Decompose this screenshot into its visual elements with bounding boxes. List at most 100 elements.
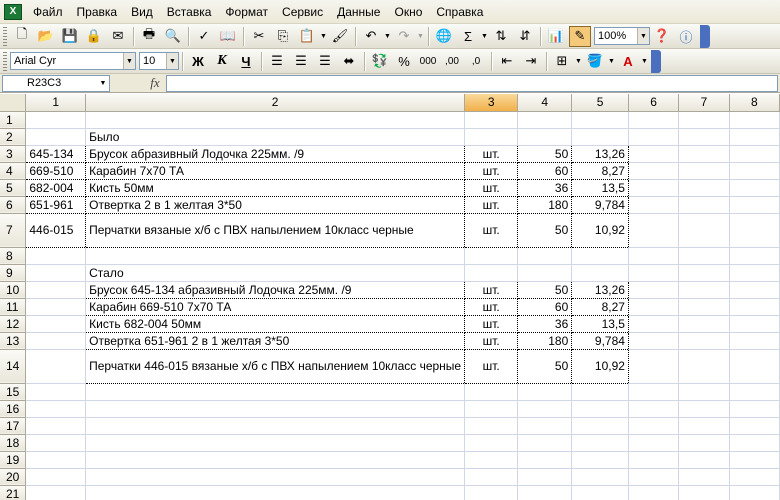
cell-empty[interactable] <box>678 383 730 401</box>
cell-empty[interactable] <box>628 485 680 500</box>
cell-c5[interactable]: 13,26 <box>571 145 629 163</box>
cell-c4[interactable] <box>517 468 573 486</box>
toolbar-grip[interactable] <box>3 51 7 71</box>
column-header[interactable]: 8 <box>729 94 780 112</box>
undo-icon[interactable]: ↶ <box>360 26 382 47</box>
font-name-combo[interactable]: Arial Cyr ▼ <box>10 52 136 70</box>
cell-empty[interactable] <box>678 417 730 435</box>
cell-c5[interactable] <box>571 264 629 282</box>
row-header[interactable]: 20 <box>0 468 27 486</box>
cell-c2[interactable]: Карабин 7х70 ТА <box>85 162 466 180</box>
cell-c3[interactable] <box>464 451 519 469</box>
new-document-icon[interactable]: 🗋 <box>11 26 33 47</box>
cell-c3[interactable] <box>464 111 519 129</box>
autosum-dropdown-icon[interactable]: ▼ <box>480 33 489 40</box>
cell-c5[interactable] <box>571 247 629 265</box>
row-header[interactable]: 4 <box>0 162 27 180</box>
font-color-dropdown-icon[interactable]: ▼ <box>640 58 649 65</box>
cell-c2[interactable] <box>85 451 466 469</box>
cell-c3[interactable] <box>464 264 519 282</box>
cell-c3[interactable] <box>464 400 519 418</box>
name-box[interactable]: R23C3 ▼ <box>2 74 110 92</box>
align-center-icon[interactable]: ☰ <box>290 51 312 72</box>
cell-c4[interactable]: 180 <box>517 196 573 214</box>
cell-empty[interactable] <box>678 196 730 214</box>
cell-empty[interactable] <box>729 332 780 350</box>
row-header[interactable]: 19 <box>0 451 27 469</box>
decrease-indent-icon[interactable]: ⇤ <box>496 51 518 72</box>
save-icon[interactable]: 💾 <box>59 26 81 47</box>
cell-c2[interactable]: Карабин 669-510 7х70 ТА <box>85 298 466 316</box>
cell-empty[interactable] <box>678 451 730 469</box>
italic-button[interactable]: К <box>211 51 233 72</box>
cell-c3[interactable]: шт. <box>464 332 519 350</box>
cell-c1[interactable] <box>25 417 87 435</box>
cell-c4[interactable]: 50 <box>517 213 573 248</box>
menu-view[interactable]: Вид <box>124 2 160 22</box>
email-icon[interactable]: ✉ <box>107 26 129 47</box>
cell-c3[interactable]: шт. <box>464 179 519 197</box>
cell-c5[interactable] <box>571 451 629 469</box>
cell-c5[interactable] <box>571 485 629 500</box>
cell-empty[interactable] <box>729 383 780 401</box>
cell-empty[interactable] <box>628 162 680 180</box>
cell-c3[interactable] <box>464 128 519 146</box>
cell-empty[interactable] <box>678 213 730 248</box>
cell-c5[interactable]: 10,92 <box>571 213 629 248</box>
cell-empty[interactable] <box>678 485 730 500</box>
cell-c1[interactable] <box>25 383 87 401</box>
cell-c3[interactable] <box>464 434 519 452</box>
cell-c3[interactable] <box>464 417 519 435</box>
cell-c4[interactable] <box>517 400 573 418</box>
zoom-combo[interactable]: 100% ▼ <box>594 27 650 45</box>
decrease-decimal-button[interactable]: ,0 <box>465 51 487 72</box>
column-header[interactable]: 5 <box>571 94 629 112</box>
cell-c1[interactable] <box>25 451 87 469</box>
cell-empty[interactable] <box>729 468 780 486</box>
copy-icon[interactable]: ⎘ <box>272 26 294 47</box>
borders-dropdown-icon[interactable]: ▼ <box>574 58 583 65</box>
cell-c2[interactable] <box>85 383 466 401</box>
row-header[interactable]: 9 <box>0 264 27 282</box>
cell-empty[interactable] <box>628 349 680 384</box>
cell-empty[interactable] <box>678 434 730 452</box>
cell-empty[interactable] <box>628 451 680 469</box>
cell-c4[interactable]: 50 <box>517 145 573 163</box>
print-preview-icon[interactable]: 🔍 <box>162 26 184 47</box>
cell-c3[interactable]: шт. <box>464 315 519 333</box>
row-header[interactable]: 14 <box>0 349 27 384</box>
toolbar-options-icon[interactable] <box>700 24 710 48</box>
cell-c2[interactable]: Стало <box>85 264 466 282</box>
cell-empty[interactable] <box>729 247 780 265</box>
cell-c4[interactable]: 60 <box>517 162 573 180</box>
cell-c1[interactable] <box>25 111 87 129</box>
cell-c1[interactable] <box>25 281 87 299</box>
permission-icon[interactable]: 🔒 <box>83 26 105 47</box>
row-header[interactable]: 3 <box>0 145 27 163</box>
cell-c4[interactable] <box>517 434 573 452</box>
cell-c5[interactable] <box>571 111 629 129</box>
cell-c2[interactable]: Брусок 645-134 абразивный Лодочка 225мм.… <box>85 281 466 299</box>
cell-empty[interactable] <box>678 400 730 418</box>
cell-empty[interactable] <box>628 128 680 146</box>
cell-c4[interactable]: 36 <box>517 315 573 333</box>
menu-insert[interactable]: Вставка <box>160 2 219 22</box>
cell-c1[interactable] <box>25 468 87 486</box>
cell-empty[interactable] <box>729 128 780 146</box>
row-header[interactable]: 16 <box>0 400 27 418</box>
cell-empty[interactable] <box>628 145 680 163</box>
cell-empty[interactable] <box>628 179 680 197</box>
cell-c5[interactable]: 9,784 <box>571 196 629 214</box>
cell-empty[interactable] <box>678 332 730 350</box>
cell-c3[interactable] <box>464 247 519 265</box>
cell-empty[interactable] <box>729 281 780 299</box>
cell-c3[interactable] <box>464 485 519 500</box>
merge-center-icon[interactable]: ⬌ <box>338 51 360 72</box>
cell-c5[interactable] <box>571 383 629 401</box>
cell-c3[interactable]: шт. <box>464 145 519 163</box>
cell-c2[interactable]: Брусок абразивный Лодочка 225мм. /9 <box>85 145 466 163</box>
cell-c2[interactable]: Перчатки вязаные х/б с ПВХ напылением 10… <box>85 213 466 248</box>
cell-c4[interactable] <box>517 128 573 146</box>
cell-c5[interactable] <box>571 434 629 452</box>
cell-empty[interactable] <box>678 145 730 163</box>
